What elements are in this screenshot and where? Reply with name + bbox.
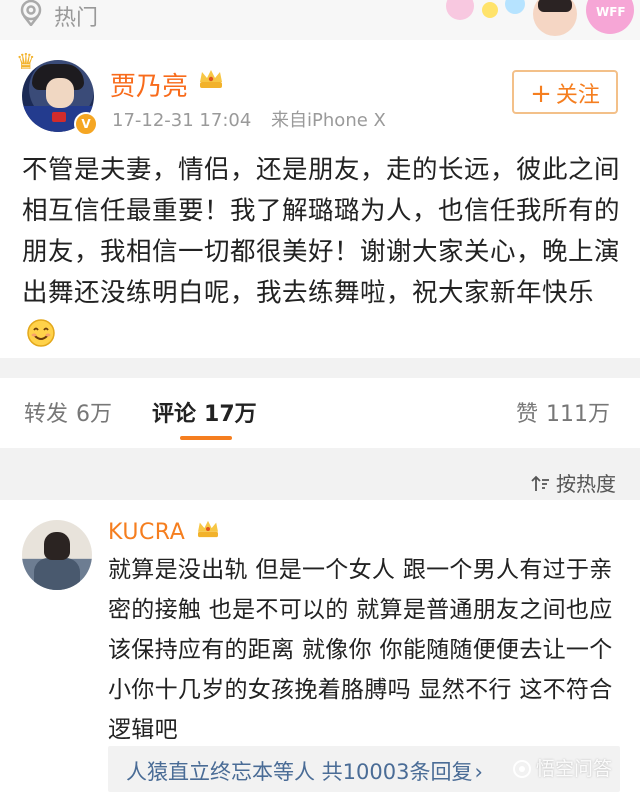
tab-comment-count: 17万 bbox=[204, 402, 257, 427]
post-tabs: 转发 6万 评论 17万 赞 111万 bbox=[0, 378, 640, 448]
sort-by-hot-button[interactable]: 按热度 bbox=[530, 468, 616, 497]
tab-repost-count: 6万 bbox=[76, 402, 113, 427]
sort-icon bbox=[531, 475, 549, 491]
weibo-post: ♛ V 贾乃亮 17-12-31 17:04 来自iPhone X + 关注 不管… bbox=[0, 40, 640, 358]
active-tab-indicator bbox=[180, 436, 232, 440]
follow-button[interactable]: + 关注 bbox=[512, 70, 618, 114]
tab-repost-label: 转发 bbox=[24, 402, 69, 427]
tab-like-count: 111万 bbox=[546, 402, 610, 427]
author-name[interactable]: 贾乃亮 bbox=[110, 66, 188, 103]
sort-label: 按热度 bbox=[556, 472, 616, 496]
tab-like[interactable]: 赞 111万 bbox=[516, 396, 610, 428]
hot-topbar: 热门 WFF bbox=[0, 0, 640, 41]
tab-comment-label: 评论 bbox=[152, 402, 197, 427]
watermark-text: 悟空问答 bbox=[535, 758, 612, 780]
comment-text: 就算是没出轨 但是一个女人 跟一个男人有过于亲密的接触 也是不可以的 就算是普通… bbox=[108, 557, 613, 743]
tab-repost[interactable]: 转发 6万 bbox=[24, 396, 112, 428]
tab-comment[interactable]: 评论 17万 bbox=[152, 396, 257, 428]
post-body: 不管是夫妻，情侣，还是朋友，走的长远，彼此之间相互信任最重要！我了解璐璐为人，也… bbox=[22, 150, 622, 355]
plus-icon: + bbox=[530, 79, 552, 109]
crown-icon bbox=[200, 70, 222, 88]
tab-like-label: 赞 bbox=[515, 402, 538, 427]
reply-summary-label: 人猿直立终忘本等人 共10003条回复 bbox=[126, 760, 473, 784]
reply-summary[interactable]: 人猿直立终忘本等人 共10003条回复› 悟空问答 bbox=[108, 746, 620, 792]
post-source: 来自iPhone X bbox=[271, 110, 386, 131]
follow-label: 关注 bbox=[555, 83, 600, 108]
smile-emoji-icon bbox=[27, 319, 55, 347]
hot-label[interactable]: 热门 bbox=[54, 0, 98, 32]
comment-item: KUCRA 就算是没出轨 但是一个女人 跟一个男人有过于亲密的接触 也是不可以的… bbox=[0, 500, 640, 792]
crown-icon bbox=[198, 520, 218, 538]
verified-badge-icon: V bbox=[74, 112, 98, 136]
reply-summary-text: 人猿直立终忘本等人 共10003条回复› bbox=[126, 756, 483, 786]
commenter-avatar[interactable] bbox=[22, 520, 92, 590]
chevron-right-icon: › bbox=[474, 760, 483, 784]
watermark-logo-icon bbox=[512, 760, 531, 778]
post-meta: 17-12-31 17:04 来自iPhone X bbox=[112, 106, 386, 132]
post-time: 17-12-31 17:04 bbox=[112, 110, 252, 131]
commenter-name[interactable]: KUCRA bbox=[108, 520, 185, 545]
svg-text:WFF: WFF bbox=[596, 5, 626, 19]
location-pin-icon bbox=[20, 0, 42, 26]
comment-sort-bar: 按热度 bbox=[0, 460, 640, 500]
crown-icon: ♛ bbox=[16, 50, 36, 75]
author-avatar[interactable]: ♛ V bbox=[16, 50, 98, 136]
post-text: 不管是夫妻，情侣，还是朋友，走的长远，彼此之间相互信任最重要！我了解璐璐为人，也… bbox=[22, 155, 621, 308]
decoration-banner-icon: WFF bbox=[446, 0, 634, 36]
watermark: 悟空问答 bbox=[512, 754, 612, 781]
